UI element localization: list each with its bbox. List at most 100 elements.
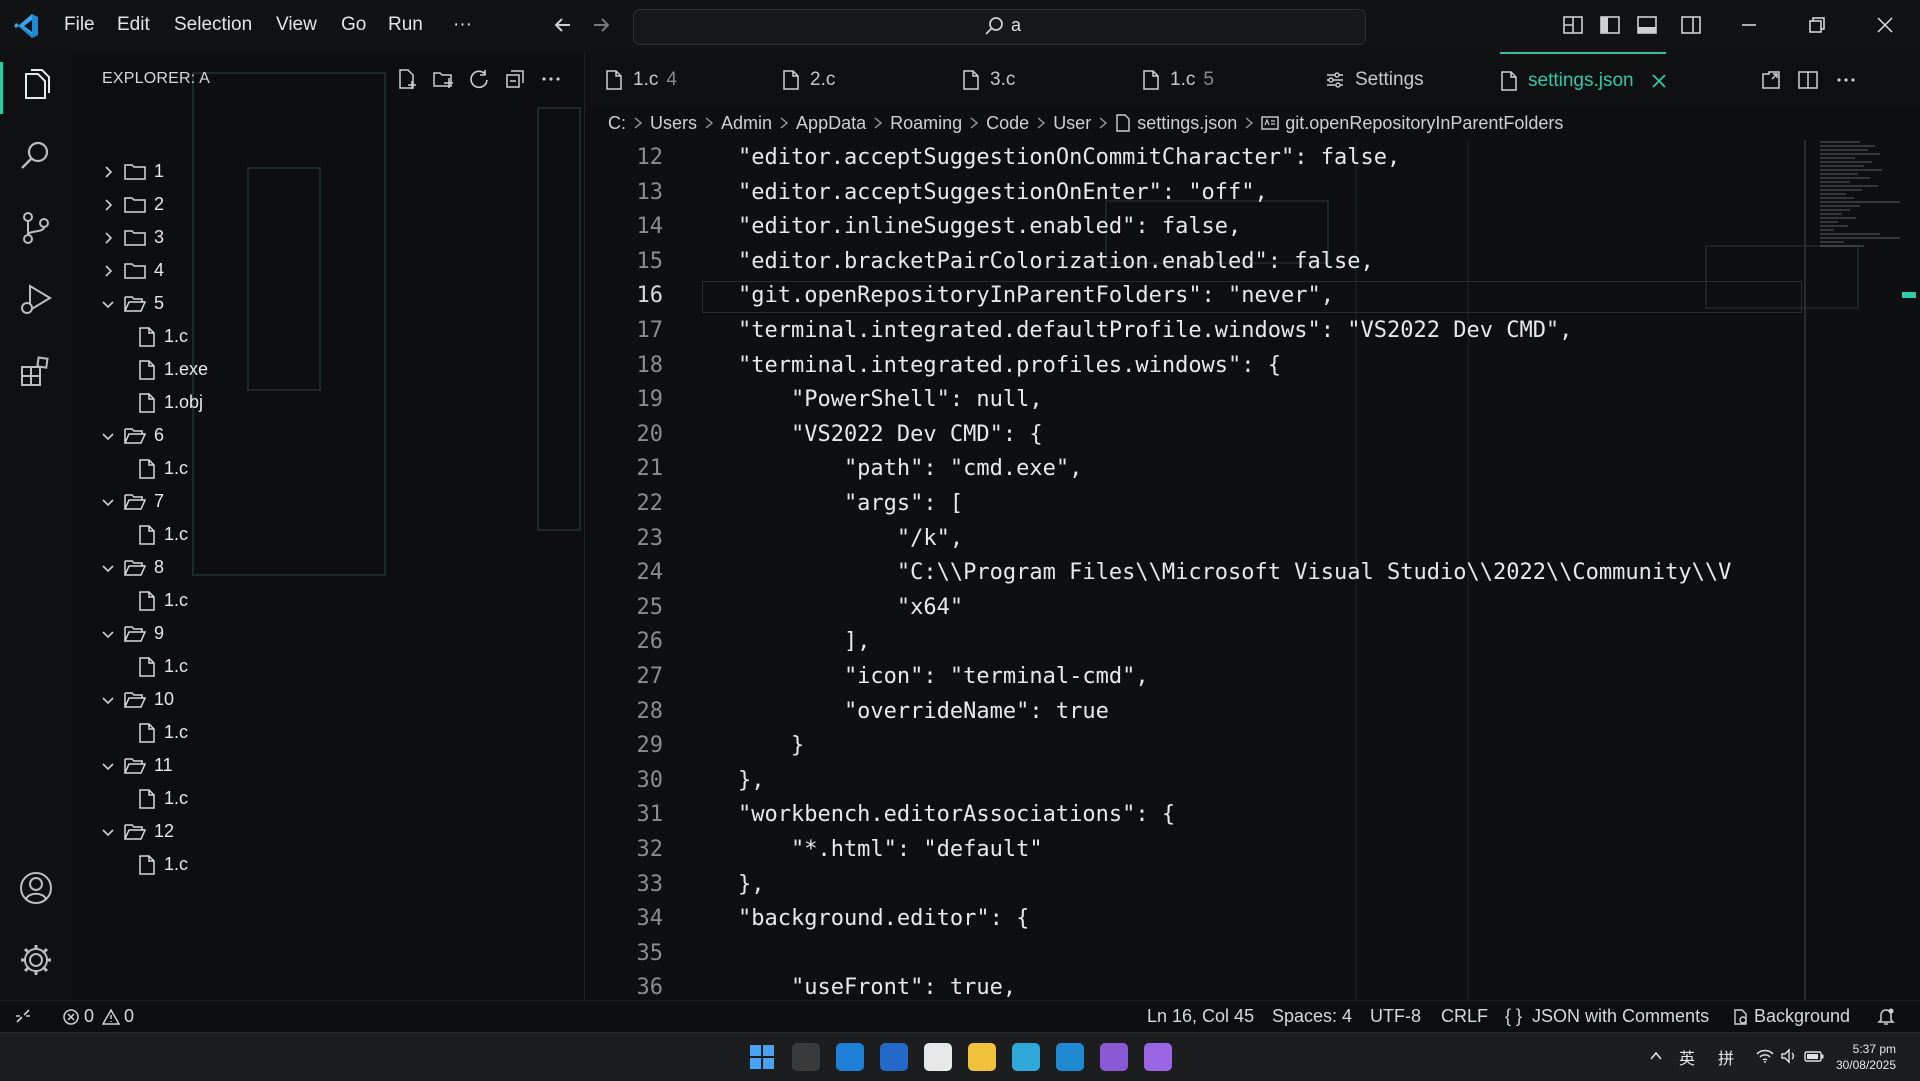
restore-icon[interactable] — [1806, 14, 1828, 36]
taskbar-notion-icon[interactable] — [924, 1043, 952, 1071]
new-folder-icon[interactable] — [432, 68, 454, 90]
tree-file[interactable]: 1.c — [138, 716, 188, 749]
ime-language-indicator[interactable]: 英 — [1679, 1045, 1695, 1069]
forward-arrow-icon[interactable] — [590, 14, 612, 36]
tree-folder[interactable]: 12 — [100, 815, 174, 848]
more-actions-icon[interactable] — [540, 68, 562, 90]
language-mode[interactable]: { } JSON with Comments — [1505, 1006, 1709, 1027]
close-window-icon[interactable] — [1874, 14, 1896, 36]
indentation[interactable]: Spaces: 4 — [1272, 1006, 1352, 1027]
tree-file[interactable]: 1.c — [138, 320, 188, 353]
tab-3-c[interactable]: 3.c — [962, 52, 1015, 108]
system-clock[interactable]: 5:37 pm 30/08/2025 — [1836, 1041, 1896, 1073]
breadcrumb-item[interactable]: Roaming — [890, 113, 962, 134]
cursor-position[interactable]: Ln 16, Col 45 — [1147, 1006, 1254, 1027]
code-line[interactable]: "C:\\Program Files\\Microsoft Visual Stu… — [685, 560, 1731, 585]
breadcrumb-item[interactable]: AppData — [796, 113, 866, 134]
code-line[interactable]: "PowerShell": null, — [685, 387, 1043, 412]
menu-view[interactable]: View — [276, 14, 317, 36]
open-changes-icon[interactable] — [1759, 68, 1783, 92]
tree-file[interactable]: 1.exe — [138, 353, 208, 386]
source-control-icon[interactable] — [18, 210, 54, 246]
close-tab-icon[interactable] — [1651, 74, 1666, 88]
code-line[interactable]: ], — [685, 629, 871, 654]
taskbar-visual-studio-2-icon[interactable] — [1144, 1043, 1172, 1071]
breadcrumb-item[interactable]: C: — [608, 113, 626, 134]
tab-1-c[interactable]: 1.c 5 — [1142, 52, 1214, 108]
tree-file[interactable]: 1.c — [138, 650, 188, 683]
taskbar-visual-studio-icon[interactable] — [1100, 1043, 1128, 1071]
code-line[interactable]: "/k", — [685, 526, 963, 551]
tree-folder[interactable]: 5 — [100, 287, 164, 320]
code-line[interactable]: }, — [685, 768, 765, 793]
taskbar-start-icon[interactable] — [748, 1043, 776, 1071]
volume-icon[interactable] — [1780, 1047, 1798, 1065]
toggle-primary-sidebar-icon[interactable] — [1599, 14, 1621, 36]
toggle-panel-icon[interactable] — [1636, 14, 1658, 36]
menu-go[interactable]: Go — [341, 14, 366, 36]
tree-folder[interactable]: 4 — [100, 254, 164, 287]
end-of-line[interactable]: CRLF — [1441, 1006, 1488, 1027]
tree-folder[interactable]: 1 — [100, 155, 164, 188]
taskbar-edge-icon[interactable] — [1012, 1043, 1040, 1071]
minimize-icon[interactable] — [1738, 14, 1760, 36]
code-line[interactable]: "git.openRepositoryInParentFolders": "ne… — [685, 283, 1334, 308]
explorer-icon[interactable] — [18, 68, 54, 104]
tree-file[interactable]: 1.obj — [138, 386, 203, 419]
extensions-icon[interactable] — [18, 354, 54, 390]
tab-settings[interactable]: Settings — [1325, 52, 1424, 108]
refresh-icon[interactable] — [468, 68, 490, 90]
tree-folder[interactable]: 6 — [100, 419, 164, 452]
breadcrumb-item[interactable]: Admin — [721, 113, 772, 134]
tree-folder[interactable]: 2 — [100, 188, 164, 221]
tree-folder[interactable]: 8 — [100, 551, 164, 584]
encoding[interactable]: UTF-8 — [1370, 1006, 1421, 1027]
breadcrumb-item[interactable]: settings.json — [1115, 113, 1237, 134]
tree-folder[interactable]: 11 — [100, 749, 173, 782]
code-line[interactable]: "background.editor": { — [685, 906, 1029, 931]
battery-icon[interactable] — [1804, 1048, 1824, 1064]
menu-file[interactable]: File — [64, 14, 95, 36]
new-file-icon[interactable] — [396, 68, 418, 90]
code-line[interactable]: "args": [ — [685, 491, 963, 516]
code-line[interactable]: }, — [685, 872, 765, 897]
taskbar-terminal-icon[interactable] — [792, 1043, 820, 1071]
menu-run[interactable]: Run — [388, 14, 423, 36]
taskbar-file-explorer-icon[interactable] — [968, 1043, 996, 1071]
tree-file[interactable]: 1.c — [138, 518, 188, 551]
minimap[interactable] — [1820, 140, 1900, 260]
taskbar-mail-icon[interactable] — [880, 1043, 908, 1071]
remote-icon[interactable] — [14, 1007, 32, 1025]
tree-file[interactable]: 1.c — [138, 782, 188, 815]
toggle-secondary-sidebar-icon[interactable] — [1680, 14, 1702, 36]
tree-file[interactable]: 1.c — [138, 452, 188, 485]
notifications-bell-icon[interactable] — [1876, 1006, 1896, 1026]
tab-settings-json[interactable]: settings.json — [1500, 52, 1666, 108]
code-line[interactable]: "workbench.editorAssociations": { — [685, 802, 1175, 827]
code-line[interactable]: "path": "cmd.exe", — [685, 456, 1082, 481]
show-hidden-icons-chevron-icon[interactable] — [1648, 1048, 1664, 1064]
menu-edit[interactable]: Edit — [117, 14, 150, 36]
code-line[interactable]: "terminal.integrated.defaultProfile.wind… — [685, 318, 1572, 343]
code-line[interactable]: "editor.acceptSuggestionOnEnter": "off", — [685, 180, 1268, 205]
tab-1-c[interactable]: 1.c 4 — [605, 52, 677, 108]
more-actions-icon[interactable] — [1834, 68, 1858, 92]
code-line[interactable]: "editor.bracketPairColorization.enabled"… — [685, 249, 1374, 274]
code-line[interactable]: "VS2022 Dev CMD": { — [685, 422, 1043, 447]
breadcrumb-item[interactable]: Users — [650, 113, 697, 134]
command-center-search[interactable]: a — [633, 9, 1366, 45]
code-line[interactable]: "overrideName": true — [685, 699, 1109, 724]
breadcrumb-item[interactable]: Code — [986, 113, 1029, 134]
taskbar-vscode-icon[interactable] — [1056, 1043, 1084, 1071]
tree-folder[interactable]: 9 — [100, 617, 164, 650]
tree-folder[interactable]: 10 — [100, 683, 174, 716]
tree-folder[interactable]: 3 — [100, 221, 164, 254]
tree-file[interactable]: 1.c — [138, 848, 188, 881]
background-extension[interactable]: Background — [1732, 1006, 1850, 1027]
ime-mode-indicator[interactable]: 拼 — [1718, 1045, 1734, 1069]
code-line[interactable]: "editor.inlineSuggest.enabled": false, — [685, 214, 1241, 239]
code-editor[interactable]: 12 "editor.acceptSuggestionOnCommitChara… — [585, 140, 1920, 1000]
problems-indicator[interactable]: 0 0 — [62, 1006, 134, 1027]
code-line[interactable]: "icon": "terminal-cmd", — [685, 664, 1149, 689]
customize-layout-icon[interactable] — [1562, 14, 1584, 36]
